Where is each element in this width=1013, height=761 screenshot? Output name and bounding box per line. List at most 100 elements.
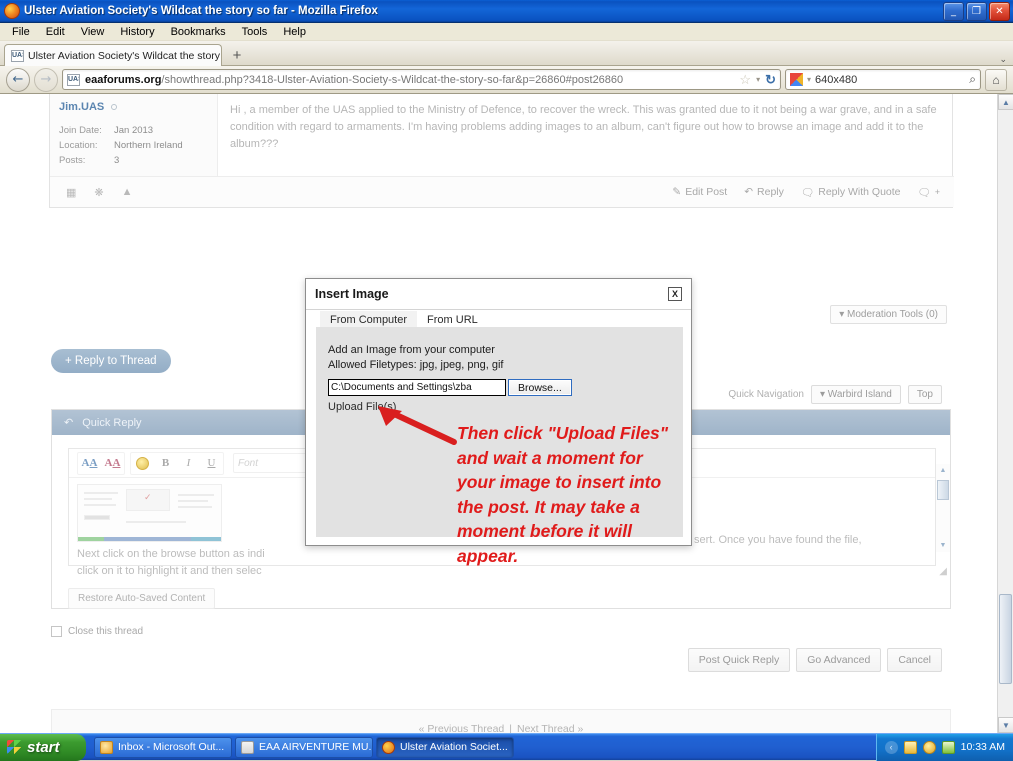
new-tab-button[interactable]: +	[226, 47, 248, 66]
smilie-icon[interactable]	[131, 453, 154, 474]
dialog-tabs: From Computer From URL	[306, 310, 691, 327]
go-advanced-button[interactable]: Go Advanced	[796, 648, 882, 672]
urlbar-site-icon: UAS	[67, 73, 80, 86]
dialog-filetypes: Allowed Filetypes: jpg, jpeg, png, gif	[328, 359, 504, 371]
system-tray: ‹ 10:33 AM	[875, 733, 1013, 761]
warning-icon[interactable]: ▲	[122, 186, 133, 199]
menu-edit[interactable]: Edit	[38, 25, 73, 39]
multiquote-icon[interactable]: 🗨 +	[918, 186, 940, 199]
chevron-down-icon[interactable]: ▾	[756, 75, 760, 84]
font-color-icon[interactable]: AA	[78, 453, 101, 474]
bookmark-star-icon[interactable]: ☆	[739, 72, 751, 88]
taskbar-item-firefox[interactable]: Ulster Aviation Societ...	[376, 736, 514, 758]
ip-icon[interactable]: ▦	[66, 186, 76, 199]
reply-to-thread-button[interactable]: + Reply to Thread	[51, 349, 171, 373]
reply-with-quote-button[interactable]: 🗨 Reply With Quote	[801, 186, 901, 199]
menu-history[interactable]: History	[112, 25, 162, 39]
online-status-icon	[111, 104, 118, 111]
tab-from-url[interactable]: From URL	[417, 311, 488, 327]
firefox-icon	[382, 740, 395, 754]
flag-icon[interactable]: ❋	[94, 186, 103, 199]
window-controls: _ ❐ ✕	[943, 1, 1013, 21]
editor-scrollbar[interactable]: ▲ ▼	[936, 464, 950, 552]
quick-reply-title: Quick Reply	[82, 416, 142, 429]
clock[interactable]: 10:33 AM	[961, 741, 1005, 753]
quote-bubble-icon: 🗨	[800, 186, 815, 199]
inserted-screenshot-thumbnail: ✓	[77, 484, 222, 542]
stat-row: Posts: 3	[59, 153, 208, 168]
scroll-up-icon[interactable]: ▲	[936, 464, 950, 477]
scroll-thumb[interactable]	[937, 480, 949, 500]
browse-button[interactable]: Browse...	[508, 379, 572, 396]
scroll-down-icon[interactable]: ▼	[998, 717, 1013, 733]
page-scrollbar[interactable]: ▲ ▼	[997, 94, 1013, 733]
stat-value: 3	[114, 155, 120, 166]
editor-text-line-3: sert. Once you have found the file,	[694, 534, 862, 546]
previous-thread-link[interactable]: « Previous Thread	[419, 723, 505, 733]
tray-expand-icon[interactable]: ‹	[884, 740, 898, 754]
post-quick-reply-button[interactable]: Post Quick Reply	[687, 648, 791, 672]
highlight-color-icon[interactable]: AA	[101, 453, 124, 474]
menu-view[interactable]: View	[73, 25, 113, 39]
reply-label: Reply	[757, 186, 784, 198]
taskbar-item-word[interactable]: EAA AIRVENTURE MU...	[235, 736, 373, 758]
taskbar-item-label: Ulster Aviation Societ...	[400, 741, 508, 753]
separator: |	[509, 723, 512, 733]
stat-key: Location:	[59, 140, 98, 151]
scroll-down-icon[interactable]: ▼	[936, 539, 950, 552]
menu-file[interactable]: File	[4, 25, 38, 39]
moderation-tools-label: Moderation Tools (0)	[847, 309, 938, 320]
home-button[interactable]: ⌂	[985, 68, 1007, 91]
underline-button[interactable]: U	[200, 453, 223, 474]
next-thread-link[interactable]: Next Thread »	[517, 723, 583, 733]
close-button[interactable]: ✕	[989, 1, 1010, 21]
scroll-thumb[interactable]	[999, 594, 1012, 684]
menu-bookmarks[interactable]: Bookmarks	[163, 25, 234, 39]
search-bar[interactable]: ▾ 640x480 ⌕	[785, 69, 981, 90]
forum-select-dropdown[interactable]: ▾ Warbird Island	[810, 385, 901, 404]
tab-title: Ulster Aviation Society's Wildcat the st…	[28, 49, 222, 62]
top-button[interactable]: Top	[907, 385, 942, 404]
minimize-button[interactable]: _	[943, 1, 964, 21]
forward-button[interactable]: →	[34, 67, 58, 92]
annotation-line: appear.	[457, 545, 519, 566]
chevron-down-icon: ▾	[839, 309, 845, 320]
reply-button[interactable]: ↶ Reply	[744, 186, 784, 198]
taskbar-item-outlook[interactable]: Inbox - Microsoft Out...	[94, 736, 232, 758]
post-author-name[interactable]: Jim.UAS	[59, 101, 208, 113]
resize-handle[interactable]: ◢	[939, 566, 947, 577]
search-icon[interactable]: ⌕	[969, 72, 976, 87]
stat-value: Northern Ireland	[114, 140, 183, 151]
messenger-tray-icon[interactable]	[922, 740, 936, 754]
url-bar[interactable]: UAS eaaforums.org/showthread.php?3418-Ul…	[62, 69, 781, 90]
reload-icon[interactable]: ↻	[765, 72, 776, 88]
back-button[interactable]: ←	[6, 67, 30, 92]
menu-tools[interactable]: Tools	[234, 25, 276, 39]
close-icon[interactable]: X	[668, 287, 682, 301]
close-thread-checkbox[interactable]	[51, 626, 62, 637]
edit-post-button[interactable]: ✎ Edit Post	[672, 186, 727, 198]
search-input[interactable]: 640x480	[815, 74, 965, 86]
italic-button[interactable]: I	[177, 453, 200, 474]
scroll-up-icon[interactable]: ▲	[998, 94, 1013, 110]
mail-tray-icon[interactable]	[903, 740, 917, 754]
app-tray-icon[interactable]	[941, 740, 955, 754]
bold-button[interactable]: B	[154, 453, 177, 474]
moderation-tools-button[interactable]: ▾ Moderation Tools (0)	[830, 305, 947, 324]
file-path-input[interactable]: C:\Documents and Settings\zba	[328, 379, 506, 396]
list-all-tabs-icon[interactable]: ⌄	[999, 54, 1007, 65]
browser-tab-active[interactable]: UAS Ulster Aviation Society's Wildcat th…	[4, 44, 222, 66]
maximize-button[interactable]: ❐	[966, 1, 987, 21]
restore-autosaved-button[interactable]: Restore Auto-Saved Content	[68, 588, 216, 609]
file-picker-row: C:\Documents and Settings\zba Browse...	[328, 379, 671, 396]
search-engine-chevron-icon[interactable]: ▾	[807, 75, 811, 84]
annotation-line: moment before it will	[457, 521, 633, 541]
menu-help[interactable]: Help	[275, 25, 314, 39]
taskbar-item-label: EAA AIRVENTURE MU...	[259, 741, 373, 753]
font-select-placeholder: Font	[238, 457, 259, 469]
google-icon[interactable]	[790, 73, 803, 86]
start-button[interactable]: start	[0, 733, 86, 761]
cancel-button[interactable]: Cancel	[887, 648, 942, 672]
outlook-icon	[100, 740, 113, 754]
tab-from-computer[interactable]: From Computer	[320, 311, 418, 327]
